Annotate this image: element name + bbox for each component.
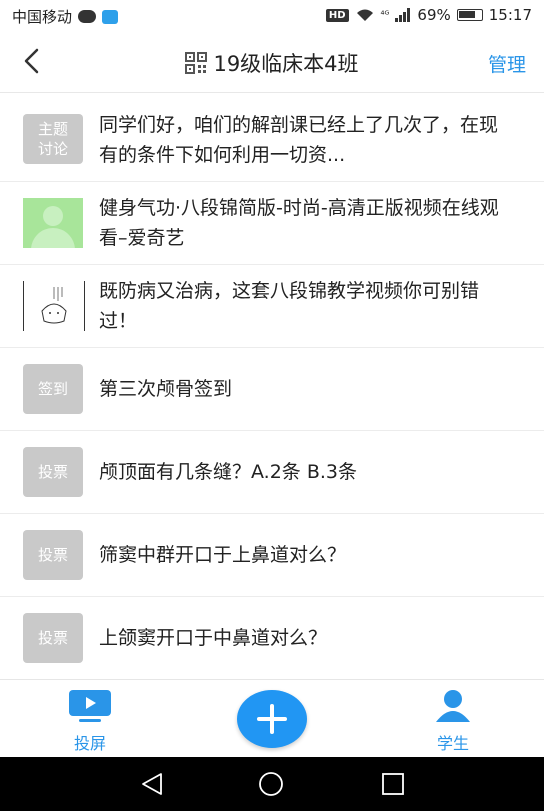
student-icon — [436, 690, 470, 722]
hd-icon: HD — [325, 8, 349, 22]
vote-tag: 投票 — [23, 447, 83, 497]
sign-in-tag: 签到 — [23, 364, 83, 414]
topic-discussion-tag: 主题 讨论 — [23, 114, 83, 164]
video-thumbnail — [23, 198, 83, 248]
tab-cast-screen[interactable]: 投屏 — [50, 688, 130, 754]
list-item[interactable]: 投票 上颌窦开口于中鼻道对么？ — [0, 597, 544, 680]
message-icon — [102, 9, 119, 24]
nav-back-icon[interactable] — [139, 771, 165, 797]
vote-tag: 投票 — [23, 613, 83, 663]
list-item-text: 上颌窦开口于中鼻道对么？ — [99, 627, 328, 649]
clock: 15:17 — [488, 6, 532, 24]
battery-icon — [456, 9, 483, 21]
bear-illustration-icon — [41, 287, 67, 324]
tab-students-label: 学生 — [436, 734, 469, 753]
list-item[interactable]: 投票 颅顶面有几条缝？A.2条 B.3条 — [0, 431, 544, 514]
network-type: ⁴ᴳ — [380, 9, 390, 21]
activity-list: 主题 讨论 同学们好，咱们的解剖课已经上了几次了，在现有的条件下如何利用一切资..… — [0, 99, 544, 680]
qr-code-icon[interactable] — [185, 52, 208, 74]
list-item-text: 颅顶面有几条缝？A.2条 B.3条 — [99, 461, 357, 483]
signal-icon — [395, 8, 411, 22]
list-item-text: 同学们好，咱们的解剖课已经上了几次了，在现有的条件下如何利用一切资... — [99, 114, 499, 166]
vote-tag: 投票 — [23, 530, 83, 580]
system-nav-bar — [0, 757, 544, 811]
list-item[interactable]: 健身气功·八段锦简版-时尚-高清正版视频在线观看–爱奇艺 — [0, 182, 544, 265]
list-item-text: 既防病又治病，这套八段锦教学视频你可别错过！ — [99, 280, 480, 332]
tab-students[interactable]: 学生 — [413, 688, 493, 754]
list-item-text: 第三次颅骨签到 — [99, 378, 233, 400]
manage-button[interactable]: 管理 — [488, 50, 526, 77]
wechat-icon — [78, 10, 97, 23]
plus-icon — [257, 704, 287, 734]
carrier-label: 中国移动 — [12, 8, 73, 26]
cast-screen-icon — [69, 690, 111, 722]
list-item[interactable]: 主题 讨论 同学们好，咱们的解剖课已经上了几次了，在现有的条件下如何利用一切资..… — [0, 99, 544, 182]
app-header: 19级临床本4班 管理 — [0, 32, 544, 93]
list-item[interactable]: 签到 第三次颅骨签到 — [0, 348, 544, 431]
battery-percent: 69% — [417, 6, 451, 24]
bear-thumbnail — [23, 281, 85, 331]
page-title[interactable]: 19级临床本4班 — [0, 48, 544, 78]
class-name: 19级临床本4班 — [213, 52, 359, 76]
list-item-text: 健身气功·八段锦简版-时尚-高清正版视频在线观看–爱奇艺 — [99, 197, 499, 249]
status-bar: 中国移动 HD ⁴ᴳ 69% 15:17 — [0, 0, 544, 32]
list-item[interactable]: 投票 筛窦中群开口于上鼻道对么？ — [0, 514, 544, 597]
nav-home-icon[interactable] — [258, 771, 284, 797]
list-item-text: 筛窦中群开口于上鼻道对么？ — [99, 544, 347, 566]
bottom-tab-bar: 投屏 学生 — [0, 679, 544, 758]
add-button[interactable] — [237, 690, 307, 748]
tab-cast-label: 投屏 — [73, 734, 106, 753]
list-item[interactable]: 既防病又治病，这套八段锦教学视频你可别错过！ — [0, 265, 544, 348]
wifi-icon — [356, 9, 373, 21]
nav-recents-icon[interactable] — [381, 772, 405, 796]
